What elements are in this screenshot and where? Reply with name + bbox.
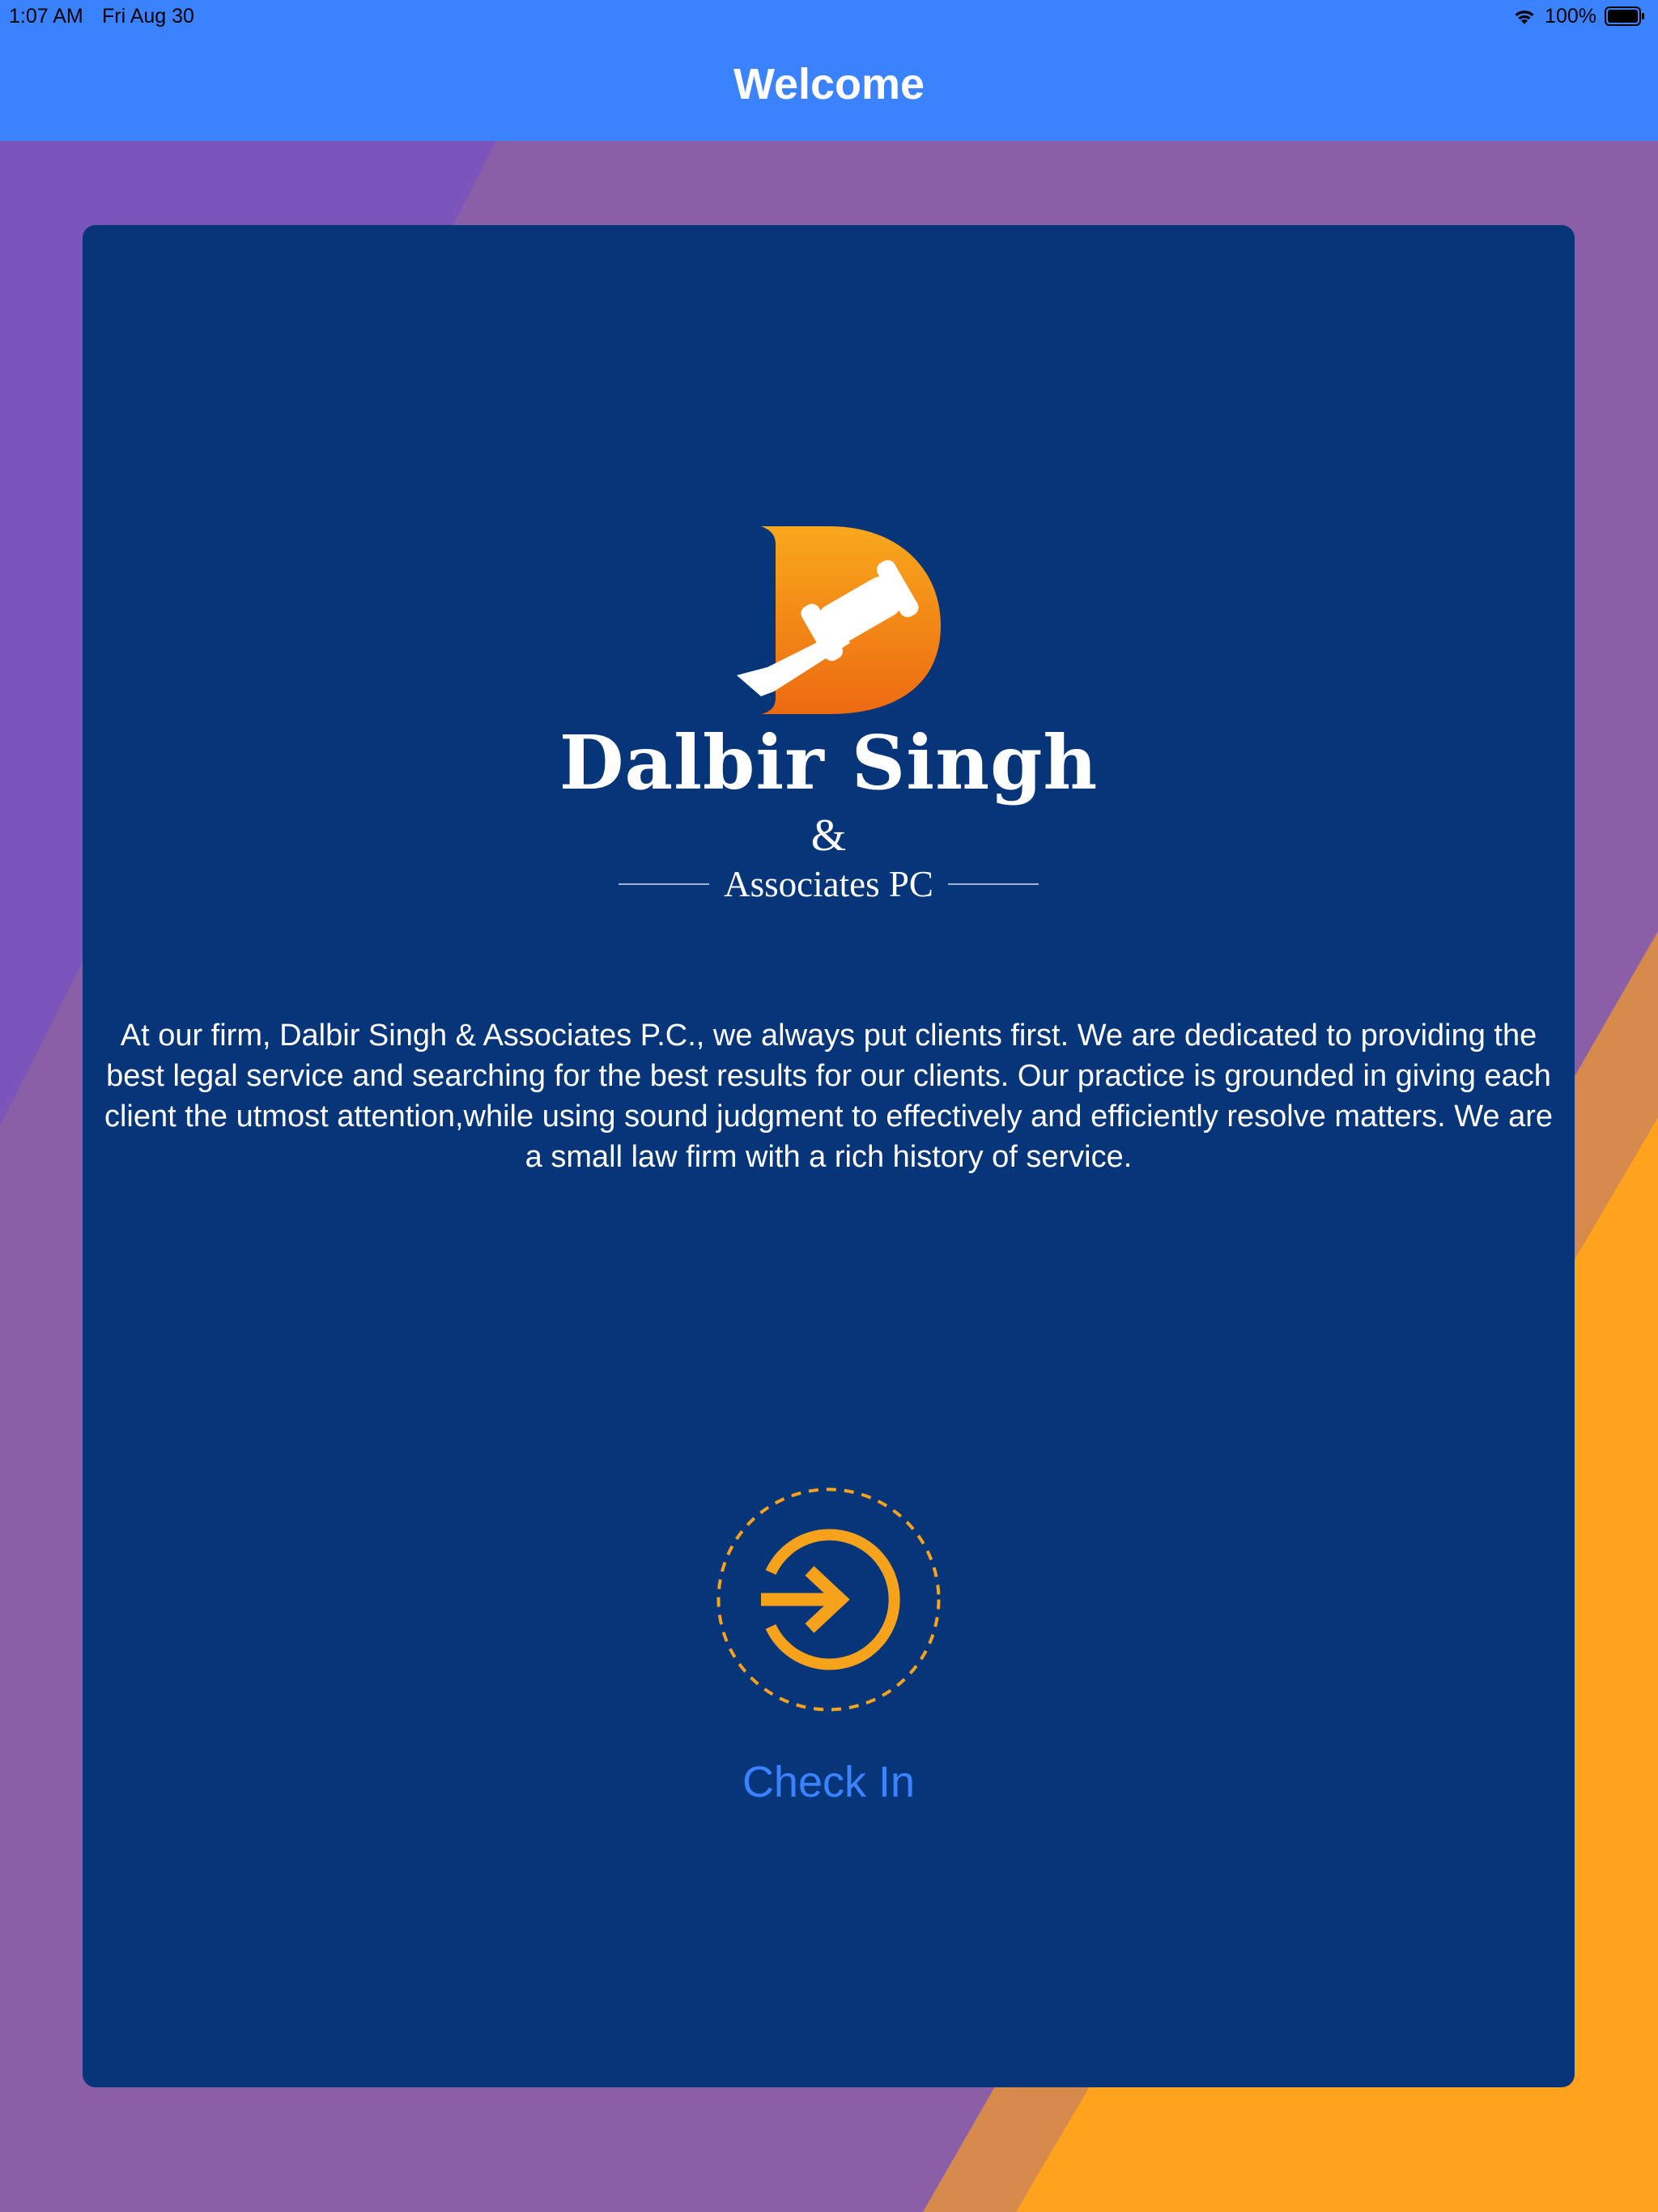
firm-name: Dalbir Singh <box>559 719 1099 806</box>
firm-logo: Dalbir Singh & Associates PC <box>83 225 1575 1035</box>
check-in-label[interactable]: Check In <box>83 1757 1575 1807</box>
wifi-icon <box>1515 11 1534 24</box>
associates-row: Associates PC <box>83 860 1575 908</box>
status-date: Fri Aug 30 <box>102 5 194 28</box>
gavel-d-logo <box>737 526 941 714</box>
firm-associates: Associates PC <box>724 864 933 904</box>
navigation-bar: Welcome <box>0 32 1658 141</box>
app-screen: 1:07 AM Fri Aug 30 100% Welcome Dalbir S… <box>0 0 1658 2212</box>
page-title: Welcome <box>733 60 925 108</box>
check-in-button[interactable] <box>714 1485 943 1714</box>
firm-ampersand: & <box>810 810 847 861</box>
intro-paragraph: At our firm, Dalbir Singh & Associates P… <box>104 1019 1554 1174</box>
sign-in-arrow-icon <box>716 1487 941 1712</box>
status-time: 1:07 AM <box>9 5 83 28</box>
status-bar: 1:07 AM Fri Aug 30 100% <box>0 0 1658 32</box>
status-indicators: 100% <box>1512 3 1645 29</box>
divider-line-right <box>947 883 1039 885</box>
battery-icon <box>1605 6 1644 26</box>
welcome-card: Dalbir Singh & Associates PC At our firm… <box>83 225 1575 2087</box>
divider-line-left <box>619 883 710 885</box>
battery-percentage: 100% <box>1545 4 1596 28</box>
